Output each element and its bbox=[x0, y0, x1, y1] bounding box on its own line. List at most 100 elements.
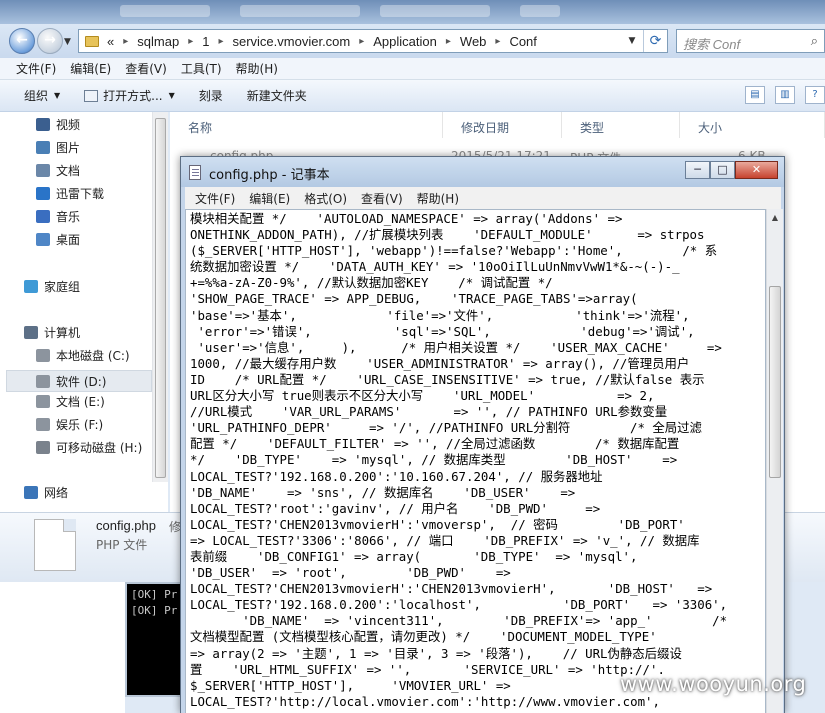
forward-arrow-icon: → bbox=[44, 32, 56, 48]
refresh-icon[interactable]: ⟳ bbox=[643, 30, 667, 52]
chevron-down-icon: ▼ bbox=[54, 91, 61, 100]
nav-computer[interactable]: 计算机 bbox=[24, 324, 80, 341]
drive-d-icon bbox=[36, 374, 50, 388]
code-line: 'error'=>'错误', 'sql'=>'SQL', 'debug'=>'调… bbox=[190, 323, 695, 339]
nav-drive-h[interactable]: 可移动磁盘 (H:) bbox=[36, 439, 142, 456]
address-box[interactable]: « ▸ sqlmap ▸ 1 ▸ service.vmovier.com ▸ A… bbox=[78, 29, 668, 53]
nav-pictures[interactable]: 图片 bbox=[36, 139, 80, 156]
code-line: 'base'=>'基本', 'file'=>'文件', 'think'=>'流程… bbox=[190, 307, 690, 323]
preview-pane-icon[interactable]: ▥ bbox=[775, 86, 795, 104]
notepad-scroll-thumb[interactable] bbox=[769, 286, 781, 478]
organize-button[interactable]: 组织 ▼ bbox=[24, 87, 60, 104]
code-line: LOCAL_TEST?'http://local.vmovier.com':'h… bbox=[190, 693, 660, 709]
breadcrumb-application[interactable]: Application bbox=[373, 34, 437, 49]
menu-edit[interactable]: 编辑(E) bbox=[249, 190, 290, 207]
breadcrumb-service[interactable]: service.vmovier.com bbox=[232, 34, 350, 49]
nav-homegroup[interactable]: 家庭组 bbox=[24, 278, 80, 295]
documents-library-icon bbox=[36, 164, 50, 177]
breadcrumb-1[interactable]: 1 bbox=[202, 34, 209, 49]
code-line: //URL模式 'VAR_URL_PARAMS' => '', // PATHI… bbox=[190, 404, 668, 420]
code-line: 统数据加密设置 */ 'DATA_AUTH_KEY' => '10oOiIlLu… bbox=[190, 259, 680, 275]
close-button[interactable]: ✕ bbox=[735, 161, 778, 179]
nav-drive-c[interactable]: 本地磁盘 (C:) bbox=[36, 347, 130, 364]
console-window[interactable]: [OK] Pr [OK] Pr bbox=[125, 582, 185, 697]
breadcrumb-web[interactable]: Web bbox=[460, 34, 487, 49]
column-date[interactable]: 修改日期 bbox=[443, 112, 562, 138]
details-file-name: config.php bbox=[96, 518, 156, 533]
organize-label: 组织 bbox=[24, 89, 49, 103]
nav-scrollbar[interactable] bbox=[152, 112, 168, 482]
menu-file[interactable]: 文件(F) bbox=[195, 190, 235, 207]
nav-videos[interactable]: 视频 bbox=[36, 116, 80, 133]
search-placeholder: 搜索 Conf bbox=[683, 37, 741, 52]
search-icon[interactable]: ⌕ bbox=[811, 33, 818, 49]
notepad-text-area[interactable]: 模块相关配置 */ 'AUTOLOAD_NAMESPACE' => array(… bbox=[185, 209, 766, 713]
nav-desktop[interactable]: 桌面 bbox=[36, 231, 80, 248]
minimize-button[interactable]: ─ bbox=[685, 161, 710, 179]
burn-label: 刻录 bbox=[198, 89, 223, 103]
burn-button[interactable]: 刻录 bbox=[199, 87, 223, 104]
menu-help[interactable]: 帮助(H) bbox=[417, 190, 459, 207]
address-bar-row: ← → ▼ « ▸ sqlmap ▸ 1 ▸ service.vmovier.c… bbox=[0, 24, 825, 58]
breadcrumb-sqlmap[interactable]: sqlmap bbox=[137, 34, 179, 49]
nav-item-label: 家庭组 bbox=[44, 280, 81, 294]
maximize-button[interactable]: □ bbox=[710, 161, 735, 179]
chevron-right-icon[interactable]: ▸ bbox=[218, 36, 223, 47]
nav-music[interactable]: 音乐 bbox=[36, 208, 80, 225]
notepad-scrollbar[interactable]: ▲ bbox=[766, 209, 783, 713]
nav-documents[interactable]: 文档 bbox=[36, 162, 80, 179]
nav-drive-f[interactable]: 娱乐 (F:) bbox=[36, 416, 103, 433]
menu-tools[interactable]: 工具(T) bbox=[181, 60, 222, 77]
chevron-right-icon[interactable]: ▸ bbox=[359, 36, 364, 47]
nav-network[interactable]: 网络 bbox=[24, 484, 68, 501]
network-icon bbox=[24, 486, 38, 499]
menu-view[interactable]: 查看(V) bbox=[361, 190, 403, 207]
notepad-menu-bar: 文件(F) 编辑(E) 格式(O) 查看(V) 帮助(H) bbox=[185, 187, 781, 209]
chevron-right-icon[interactable]: ▸ bbox=[495, 36, 500, 47]
scroll-up-icon[interactable]: ▲ bbox=[767, 209, 783, 226]
address-dropdown-button[interactable]: ▼ bbox=[623, 30, 641, 52]
menu-edit[interactable]: 编辑(E) bbox=[70, 60, 111, 77]
code-line: */ 'DB_TYPE' => 'mysql', // 数据库类型 'DB_HO… bbox=[190, 452, 678, 468]
code-line: 'URL_PATHINFO_DEPR' => '/', //PATHINFO U… bbox=[190, 420, 702, 436]
open-with-icon bbox=[84, 89, 99, 102]
code-line: => LOCAL_TEST?'3306':'8066', // 端口 'DB_P… bbox=[190, 532, 700, 548]
notepad-title-bar[interactable]: config.php - 记事本 ─ □ ✕ bbox=[181, 157, 784, 187]
notepad-window: config.php - 记事本 ─ □ ✕ 文件(F) 编辑(E) 格式(O)… bbox=[180, 156, 785, 713]
back-button[interactable]: ← bbox=[9, 28, 35, 54]
view-options-icon[interactable]: ▤ bbox=[745, 86, 765, 104]
open-with-label: 打开方式... bbox=[103, 89, 163, 103]
nav-drive-e[interactable]: 文档 (E:) bbox=[36, 393, 105, 410]
new-folder-button[interactable]: 新建文件夹 bbox=[247, 87, 307, 104]
breadcrumb-overflow[interactable]: « bbox=[107, 34, 114, 49]
chevron-right-icon[interactable]: ▸ bbox=[188, 36, 193, 47]
column-size[interactable]: 大小 bbox=[680, 112, 825, 138]
search-input[interactable]: 搜索 Conf ⌕ bbox=[676, 29, 825, 53]
help-icon[interactable]: ? bbox=[805, 86, 825, 104]
explorer-menu-bar: 文件(F) 编辑(E) 查看(V) 工具(T) 帮助(H) bbox=[0, 58, 825, 80]
code-line: 1000, //最大缓存用户数 'USER_ADMINISTRATOR' => … bbox=[190, 355, 690, 371]
nav-scroll-thumb[interactable] bbox=[155, 118, 166, 478]
video-library-icon bbox=[36, 118, 50, 131]
forward-button[interactable]: → bbox=[37, 28, 63, 54]
nav-item-label: 娱乐 (F:) bbox=[56, 418, 104, 432]
column-name[interactable]: 名称 bbox=[170, 112, 443, 138]
menu-help[interactable]: 帮助(H) bbox=[236, 60, 278, 77]
menu-file[interactable]: 文件(F) bbox=[16, 60, 56, 77]
chevron-right-icon[interactable]: ▸ bbox=[123, 36, 128, 47]
menu-view[interactable]: 查看(V) bbox=[125, 60, 167, 77]
menu-format[interactable]: 格式(O) bbox=[304, 190, 347, 207]
new-folder-label: 新建文件夹 bbox=[246, 89, 307, 103]
drive-e-icon bbox=[36, 395, 50, 408]
nav-drive-d[interactable]: 软件 (D:) bbox=[6, 370, 152, 392]
code-line: LOCAL_TEST?'192.168.0.200':'10.160.67.20… bbox=[190, 468, 603, 484]
nav-xunlei-downloads[interactable]: 迅雷下载 bbox=[36, 185, 104, 202]
explorer-toolbar: 组织 ▼ 打开方式... ▼ 刻录 新建文件夹 ▤ ▥ ? bbox=[0, 80, 825, 112]
recent-pages-dropdown[interactable]: ▼ bbox=[64, 37, 71, 47]
nav-item-label: 网络 bbox=[44, 486, 69, 500]
column-type[interactable]: 类型 bbox=[562, 112, 680, 138]
open-with-button[interactable]: 打开方式... ▼ bbox=[84, 87, 175, 104]
chevron-right-icon[interactable]: ▸ bbox=[446, 36, 451, 47]
breadcrumb-conf[interactable]: Conf bbox=[509, 34, 536, 49]
code-line: URL区分大小写 true则表示不区分大小写 'URL_MODEL' => 2, bbox=[190, 388, 655, 404]
